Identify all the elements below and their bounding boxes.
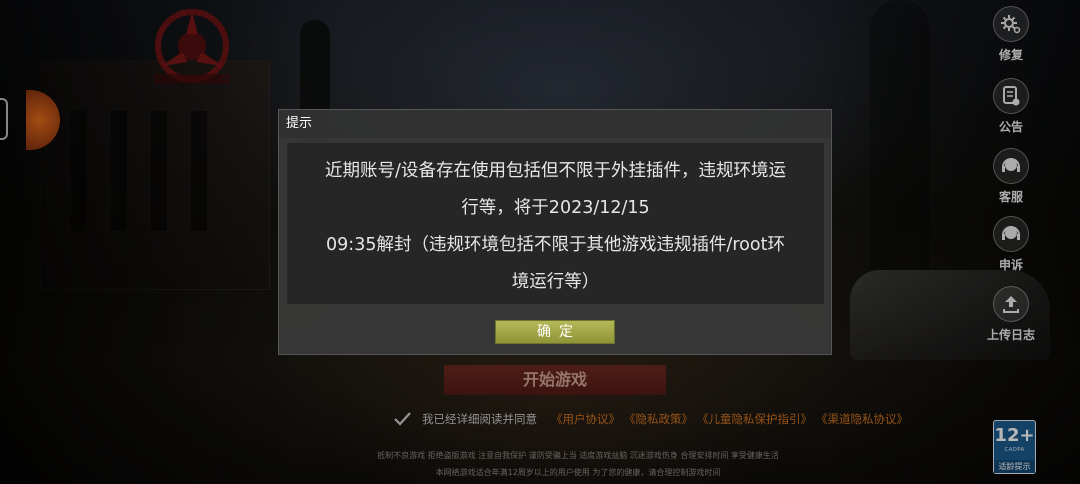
dialog-message-line: 近期账号/设备存在使用包括但不限于外挂插件，违规环境运 <box>325 161 786 181</box>
confirm-button[interactable]: 确定 <box>495 320 615 344</box>
dialog-message-line: 行等，将于2023/12/15 <box>461 198 650 218</box>
dialog-title: 提示 <box>279 110 831 138</box>
dialog-message: 近期账号/设备存在使用包括但不限于外挂插件，违规环境运 行等，将于2023/12… <box>295 153 816 301</box>
dialog-body: 近期账号/设备存在使用包括但不限于外挂插件，违规环境运 行等，将于2023/12… <box>287 143 824 304</box>
ban-notice-dialog: 提示 近期账号/设备存在使用包括但不限于外挂插件，违规环境运 行等，将于2023… <box>278 109 832 355</box>
dialog-message-line: 09:35解封（违规环境包括不限于其他游戏违规插件/root环 <box>326 235 785 255</box>
dialog-message-line: 境运行等） <box>511 272 600 292</box>
